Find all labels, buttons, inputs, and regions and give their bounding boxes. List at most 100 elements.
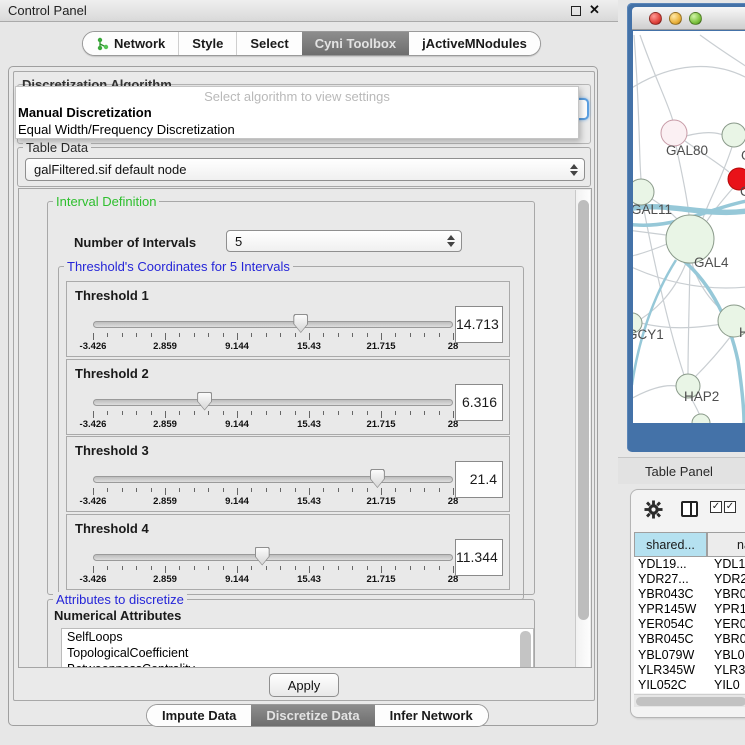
cell-name: YPR1 (710, 602, 745, 617)
minimize-traffic-light-icon[interactable] (669, 12, 682, 25)
slider-tick (295, 411, 296, 415)
slider-tick (237, 488, 238, 495)
slider-tick (410, 566, 411, 570)
slider-track[interactable] (93, 554, 453, 561)
slider-thumb[interactable] (370, 469, 385, 488)
scrollbar-thumb[interactable] (636, 697, 745, 706)
slider-tick (107, 566, 108, 570)
algorithm-dropdown-popup: Select algorithm to view settings Manual… (15, 86, 579, 139)
table-rows[interactable]: YDL19...YDL1YDR27...YDR2YBR043CYBR0YPR14… (634, 557, 745, 693)
tick-label: 15.43 (297, 419, 321, 430)
slider-tick (208, 411, 209, 415)
threshold-value-field[interactable]: 11.344 (455, 539, 503, 576)
scrollbar-thumb[interactable] (578, 200, 589, 620)
tab-cyni-toolbox[interactable]: Cyni Toolbox (302, 32, 409, 55)
table-row[interactable]: YDR27...YDR2 (634, 572, 745, 587)
attribute-list-item[interactable]: BetweennessCentrality (62, 661, 533, 668)
threshold-value-field[interactable]: 6.316 (455, 384, 503, 421)
table-row[interactable]: YLR345WYLR3 (634, 663, 745, 678)
slider-tick (410, 411, 411, 415)
threshold-value-field[interactable]: 14.713 (455, 306, 503, 343)
columns-icon[interactable] (681, 501, 698, 517)
threshold-value-field[interactable]: 21.4 (455, 461, 503, 498)
table-row[interactable]: YBR045CYBR0 (634, 632, 745, 647)
column-header-name[interactable]: na (707, 532, 745, 557)
control-panel-titlebar: Control Panel ✕ (0, 0, 618, 22)
table-row[interactable]: YIL052CYIL0 (634, 678, 745, 693)
horizontal-scrollbar[interactable] (634, 694, 745, 707)
dropdown-item-manual[interactable]: Manual Discretization (16, 104, 578, 121)
threshold-label: Threshold 2 (75, 366, 149, 381)
slider-tick (122, 488, 123, 492)
attribute-list-item[interactable]: SelfLoops (62, 629, 533, 645)
slider-tick (395, 411, 396, 415)
table-row[interactable]: YPR145WYPR1 (634, 602, 745, 617)
slider-tick (439, 411, 440, 415)
zoom-traffic-light-icon[interactable] (689, 12, 702, 25)
table-panel-title: Table Panel (645, 464, 713, 479)
table-row[interactable]: YBL079WYBL0 (634, 648, 745, 663)
tab-select[interactable]: Select (236, 32, 301, 55)
checkbox-icon[interactable]: ✓ (724, 501, 736, 513)
slider-tick (309, 488, 310, 495)
slider-track[interactable] (93, 399, 453, 406)
vertical-scrollbar[interactable] (575, 190, 590, 668)
slider-tick (453, 411, 454, 418)
interval-definition-group: Interval Definition Number of Intervals … (47, 201, 535, 595)
slider-tick (338, 333, 339, 337)
slider-tick (136, 411, 137, 415)
table-row[interactable]: YER054CYER0 (634, 617, 745, 632)
tab-style[interactable]: Style (178, 32, 236, 55)
num-intervals-value: 5 (235, 234, 242, 249)
tick-label: 9.144 (225, 574, 249, 585)
slider-tick (165, 488, 166, 495)
gear-icon[interactable] (644, 500, 663, 519)
slider-thumb[interactable] (293, 314, 308, 333)
attributes-list[interactable]: SelfLoopsTopologicalCoefficientBetweenne… (61, 628, 534, 668)
slider-tick (453, 333, 454, 340)
num-intervals-combobox[interactable]: 5 (226, 230, 462, 252)
bottom-tab-impute-data[interactable]: Impute Data (147, 705, 251, 726)
slider-track[interactable] (93, 321, 453, 328)
tab-network[interactable]: Network (83, 32, 178, 55)
slider-tick (266, 411, 267, 415)
apply-button[interactable]: Apply (269, 673, 339, 697)
column-header-shared[interactable]: shared... (634, 532, 707, 557)
bottom-tab-discretize-data[interactable]: Discretize Data (251, 705, 374, 726)
slider-tick (323, 488, 324, 492)
slider-tick (107, 333, 108, 337)
threshold-label: Threshold 3 (75, 443, 149, 458)
attribute-list-item[interactable]: TopologicalCoefficient (62, 645, 533, 661)
slider-tick (266, 488, 267, 492)
float-window-icon[interactable] (571, 6, 581, 16)
slider-thumb[interactable] (197, 392, 212, 411)
slider-tick (338, 488, 339, 492)
green-network-node[interactable] (692, 414, 710, 423)
slider-tick (122, 566, 123, 570)
slider-track[interactable] (93, 476, 453, 483)
tab-label: Network (114, 36, 165, 51)
slider-tick (395, 488, 396, 492)
slider-tick (439, 488, 440, 492)
close-traffic-light-icon[interactable] (649, 12, 662, 25)
table-row[interactable]: YDL19...YDL1 (634, 557, 745, 572)
bottom-tab-infer-network[interactable]: Infer Network (375, 705, 488, 726)
slider-tick (367, 488, 368, 492)
slider-tick (352, 333, 353, 337)
tab-jactivemnodules[interactable]: jActiveMNodules (409, 32, 540, 55)
green-network-node[interactable] (722, 123, 745, 147)
slider-thumb[interactable] (255, 547, 270, 566)
tick-label: 2.859 (153, 496, 177, 507)
checkbox-icon[interactable]: ✓ (710, 501, 722, 513)
list-scrollbar[interactable] (520, 631, 531, 668)
close-icon[interactable]: ✕ (589, 2, 600, 18)
slider-tick (424, 566, 425, 570)
tick-label: 2.859 (153, 574, 177, 585)
dropdown-item-equal-width[interactable]: Equal Width/Frequency Discretization (16, 121, 578, 138)
control-panel-title: Control Panel (8, 3, 87, 18)
table-data-combobox[interactable]: galFiltered.sif default node (25, 158, 585, 181)
network-canvas[interactable]: GAL80GACGAL11GAL4GCY1HHAP2 (633, 31, 745, 423)
tab-label: Style (192, 36, 223, 51)
cell-shared-name: YLR345W (634, 663, 710, 678)
table-row[interactable]: YBR043CYBR0 (634, 587, 745, 602)
